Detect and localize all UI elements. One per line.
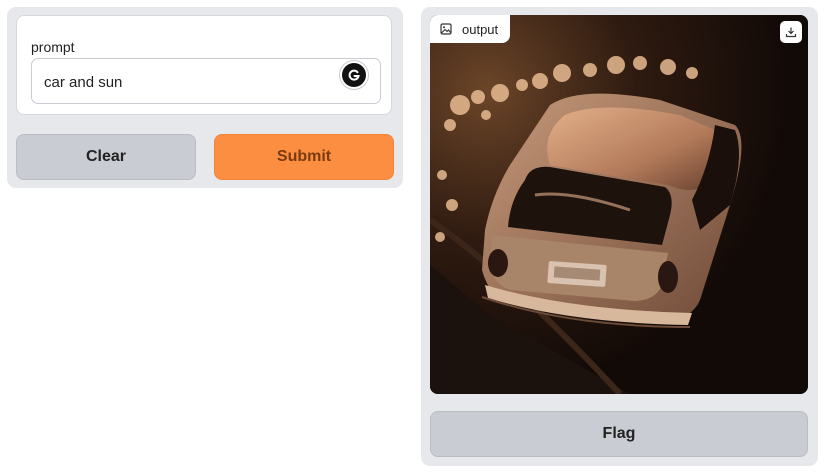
clear-button[interactable]: Clear bbox=[16, 134, 196, 180]
prompt-input-value: car and sun bbox=[44, 74, 123, 91]
output-image bbox=[430, 15, 808, 394]
image-icon bbox=[440, 23, 452, 35]
output-label-tab: output bbox=[430, 15, 511, 43]
submit-button[interactable]: Submit bbox=[214, 134, 394, 180]
grammarly-icon[interactable] bbox=[342, 63, 366, 87]
prompt-textbox-card: prompt car and sun bbox=[16, 15, 392, 115]
output-panel: output Flag bbox=[421, 7, 818, 466]
output-label: output bbox=[462, 21, 499, 37]
flag-button[interactable]: Flag bbox=[430, 411, 808, 457]
prompt-label: prompt bbox=[31, 39, 75, 55]
download-icon bbox=[785, 27, 797, 38]
output-image-card: output bbox=[430, 15, 808, 394]
input-panel: prompt car and sun Clear Submit bbox=[7, 7, 403, 188]
prompt-input[interactable]: car and sun bbox=[31, 58, 381, 104]
download-button[interactable] bbox=[780, 21, 802, 43]
